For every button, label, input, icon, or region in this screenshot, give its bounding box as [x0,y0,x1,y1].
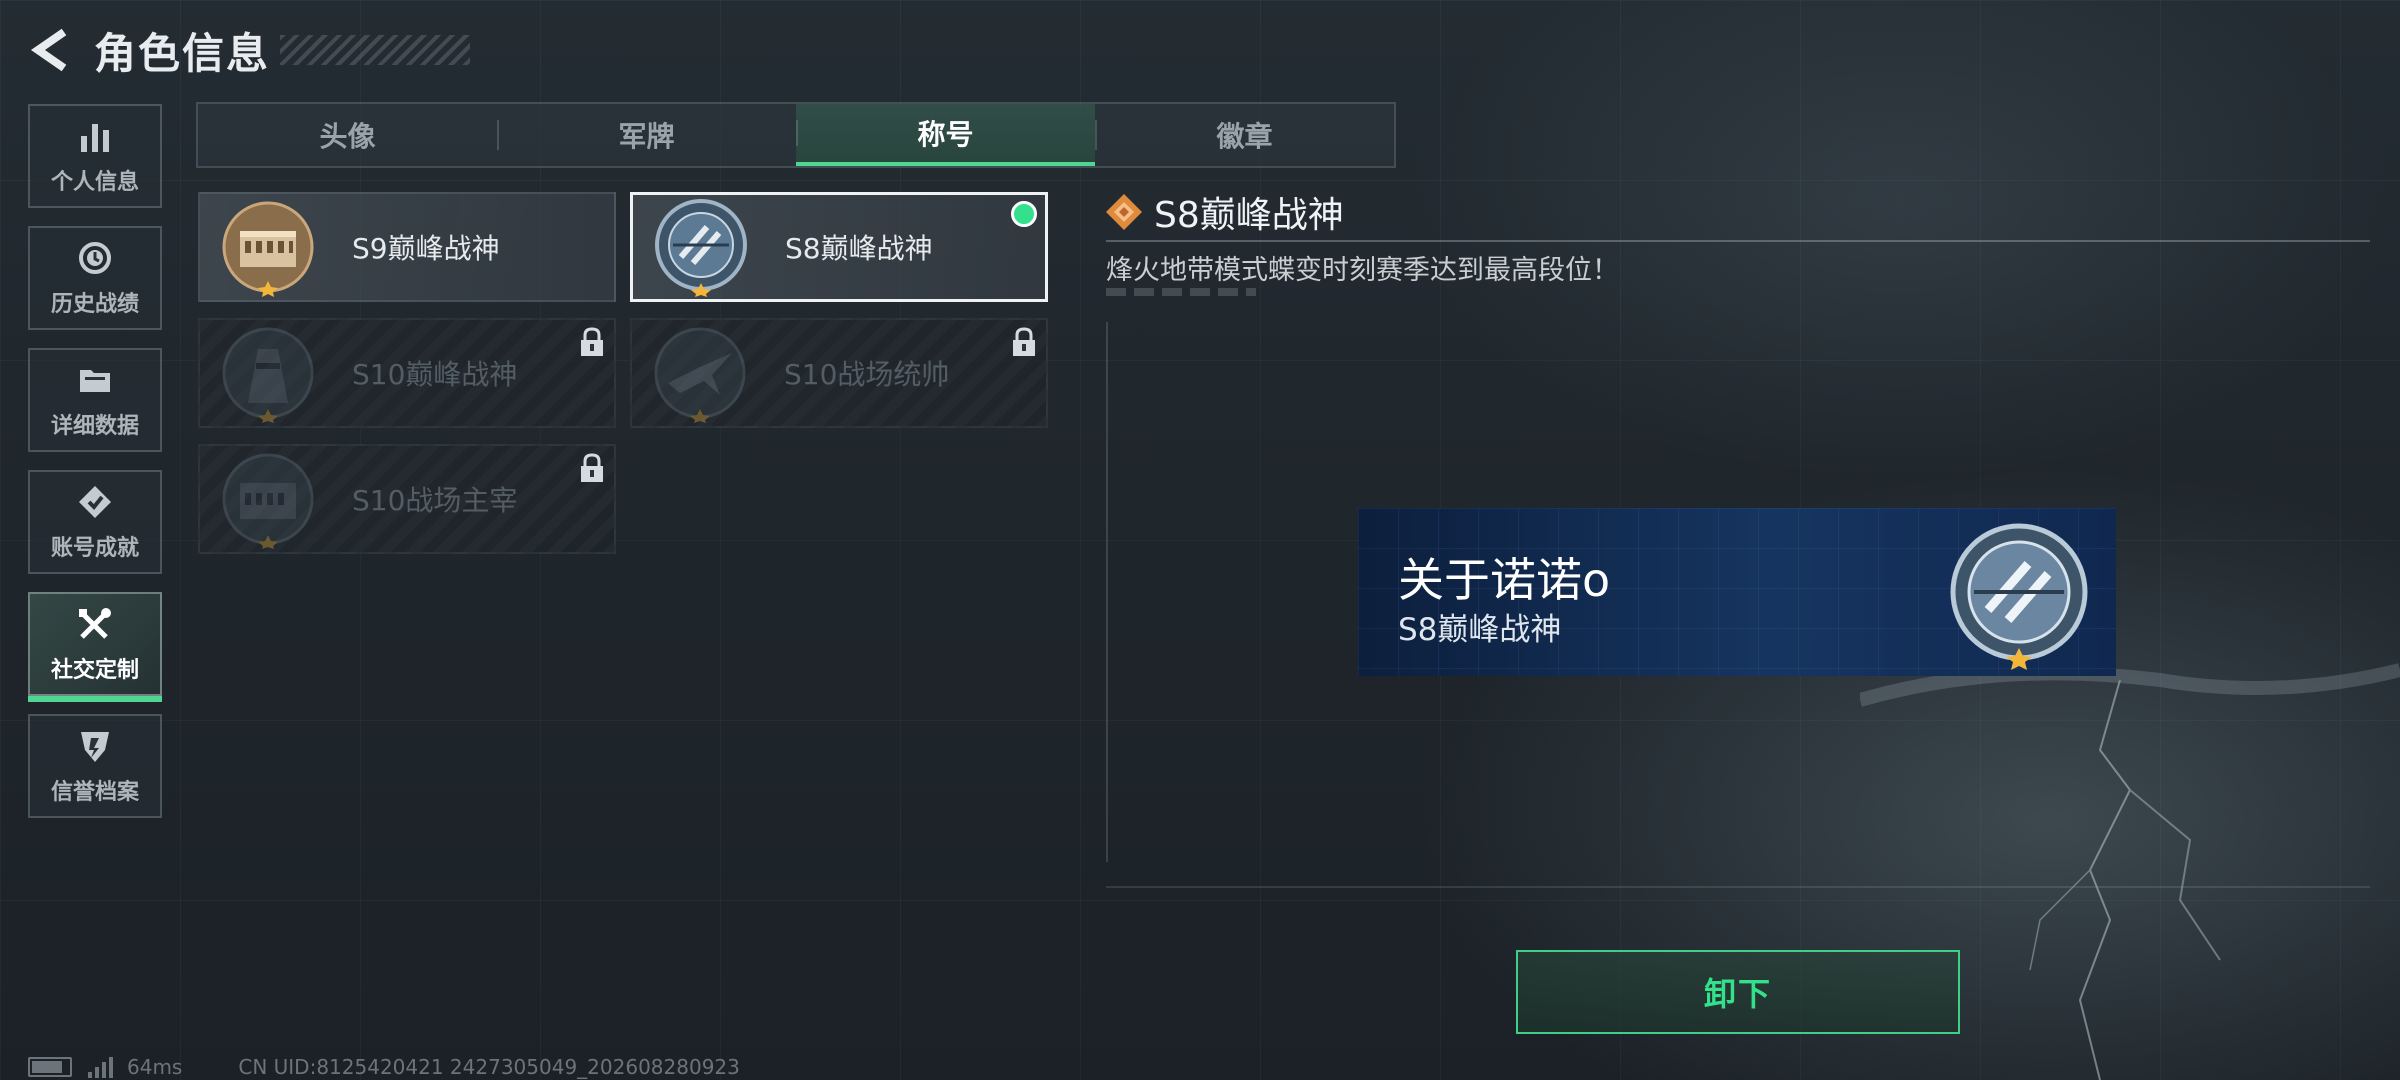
sidebar-item-social-custom[interactable]: 社交定制 [28,592,162,702]
tools-icon [75,604,115,644]
signal-icon [88,1056,113,1078]
sidebar-item-history[interactable]: 历史战绩 [28,226,162,330]
tab-dogtag[interactable]: 军牌 [497,104,796,166]
sidebar: 个人信息 历史战绩 详细数据 账号成就 社交定制 信誉档案 [28,104,166,836]
tab-badge[interactable]: 徽章 [1095,104,1394,166]
sidebar-item-label: 信誉档案 [50,780,139,805]
tab-avatar[interactable]: 头像 [198,104,497,166]
panel-bracket [1106,322,1128,862]
plane-emblem-icon [654,327,746,423]
colosseum-emblem-icon [222,201,314,297]
title-card-label: S10巅峰战神 [352,358,518,391]
s8-emblem-icon [1950,523,2088,670]
title-decoration [280,35,471,65]
title-card-s10-dominator[interactable]: S10战场主宰 [198,444,616,554]
detail-header: S8巅峰战神 [1104,186,1344,238]
title-card-label: S10战场统帅 [784,358,950,391]
ping-text: 64ms [127,1055,183,1079]
folder-icon [75,360,115,400]
sidebar-item-detailed-data[interactable]: 详细数据 [28,348,162,452]
colosseum-emblem-icon [222,453,314,549]
title-card-s10-peak[interactable]: S10巅峰战神 [198,318,616,428]
unequip-button-label: 卸下 [1703,975,1772,1013]
title-card-label: S10战场主宰 [352,484,518,517]
rank-diamond-icon [1106,194,1142,230]
detail-description: 烽火地带模式蝶变时刻赛季达到最高段位！ [1106,255,1619,286]
lock-icon [581,327,603,356]
sidebar-item-reputation[interactable]: 信誉档案 [28,714,162,818]
status-bar: 64ms CN UID:8125420421 2427305049_202608… [28,1054,740,1080]
title-card-s8[interactable]: S8巅峰战神 [630,192,1048,302]
sidebar-item-label: 社交定制 [50,658,139,683]
sidebar-item-personal-info[interactable]: 个人信息 [28,104,162,208]
title-card-label: S8巅峰战神 [785,232,933,265]
preview-player-name: 关于诺诺o [1398,553,1611,607]
sidebar-item-label: 历史战绩 [50,292,139,317]
clock-icon [75,238,115,278]
s8-emblem-icon [655,199,747,297]
achievement-icon [75,482,115,522]
panel-line [1106,886,2370,888]
page-title: 角色信息 [94,28,271,78]
equipped-indicator [1011,201,1037,227]
title-card-label: S9巅峰战神 [352,232,500,265]
battery-icon [28,1057,72,1077]
tab-bar: 头像 军牌 称号 徽章 [196,102,1396,168]
title-card-s9[interactable]: S9巅峰战神 [198,192,616,302]
tab-title[interactable]: 称号 [796,104,1095,166]
tower-emblem-icon [222,327,314,423]
sidebar-item-label: 个人信息 [50,170,139,195]
shield-icon [75,726,115,766]
detail-title: S8巅峰战神 [1154,195,1344,236]
sidebar-item-achievements[interactable]: 账号成就 [28,470,162,574]
back-arrow-icon[interactable] [28,25,72,75]
sidebar-item-label: 详细数据 [50,414,139,439]
title-card-s10-commander[interactable]: S10战场统帅 [630,318,1048,428]
lock-icon [1013,327,1035,356]
detail-decoration [1106,288,1256,296]
sidebar-item-label: 账号成就 [50,536,139,561]
unequip-button[interactable]: 卸下 [1516,950,1960,1034]
detail-divider [1106,240,2370,242]
preview-title: S8巅峰战神 [1398,612,1562,648]
header: 角色信息 [28,22,471,78]
bar-chart-icon [75,116,115,156]
namecard-preview: 关于诺诺o S8巅峰战神 [1358,508,2116,676]
uid-text: CN UID:8125420421 2427305049_20260828092… [238,1055,740,1079]
lock-icon [581,453,603,482]
